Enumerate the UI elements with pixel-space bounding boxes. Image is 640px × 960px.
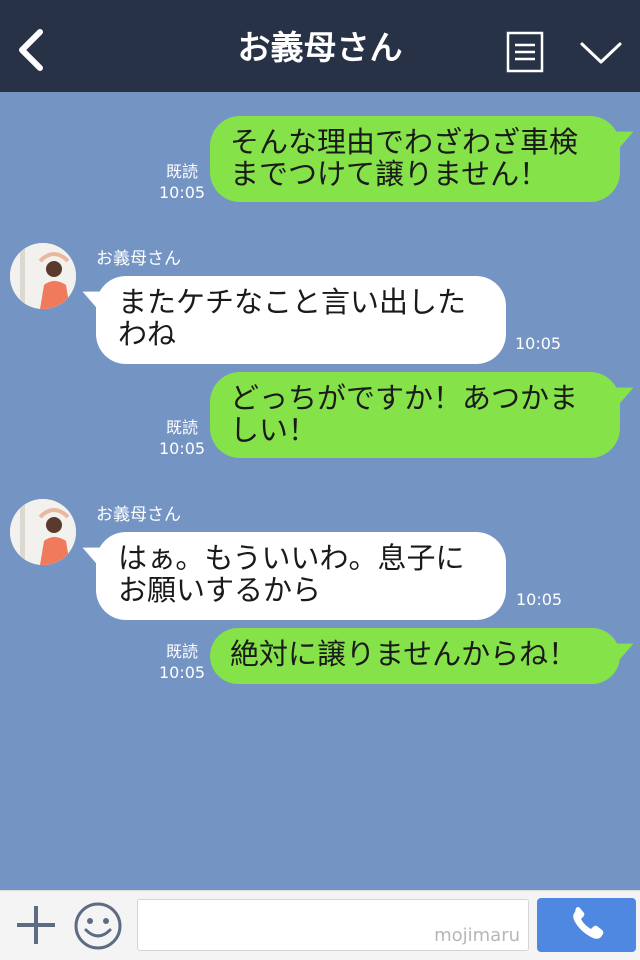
- message-time: 10:05: [158, 663, 206, 682]
- collapse-button[interactable]: [578, 36, 624, 70]
- sender-name: お義母さん: [96, 505, 181, 525]
- message-line: 絶対に譲りませんからね！: [230, 637, 578, 671]
- message-line: しい！: [230, 413, 318, 447]
- avatar[interactable]: [10, 499, 76, 565]
- message-line: わね: [118, 317, 177, 351]
- message-line: お願いするから: [118, 573, 322, 607]
- message-time: 10:05: [158, 439, 206, 458]
- read-status: 既読: [165, 418, 198, 437]
- message-input[interactable]: mojimaru: [137, 899, 529, 951]
- emoji-button[interactable]: [73, 901, 123, 951]
- chevron-down-icon: [580, 42, 622, 64]
- read-status: 既読: [165, 642, 198, 661]
- message-line: またケチなこと言い出した: [118, 285, 467, 319]
- outgoing-message-bubble[interactable]: どっちがですか！あつかま しい！: [210, 372, 620, 458]
- emoji-icon: [74, 902, 122, 950]
- phone-icon: [573, 907, 604, 939]
- incoming-message-bubble[interactable]: またケチなこと言い出した わね: [96, 276, 506, 364]
- add-button[interactable]: [14, 903, 58, 947]
- sender-name: お義母さん: [96, 249, 181, 269]
- menu-icon: [506, 31, 544, 73]
- chat-title: お義母さん: [237, 28, 403, 67]
- incoming-message-bubble[interactable]: はぁ。もういいわ。息子に お願いするから: [96, 532, 506, 620]
- avatar[interactable]: [10, 243, 76, 309]
- message-time: 10:05: [515, 334, 562, 353]
- chat-area[interactable]: 既読 10:05 そんな理由でわざわざ車検 までつけて譲りません！ お義母さん …: [0, 92, 640, 890]
- input-bar: mojimaru: [0, 890, 640, 960]
- outgoing-message-bubble[interactable]: そんな理由でわざわざ車検 までつけて譲りません！: [210, 116, 620, 202]
- avatar-photo-icon: [10, 243, 76, 309]
- chat-header: お義母さん: [0, 0, 640, 92]
- read-status: 既読: [165, 162, 198, 181]
- message-time: 10:05: [158, 183, 206, 202]
- message-meta: 既読 10:05: [156, 417, 208, 459]
- message-line: どっちがですか！あつかま: [230, 381, 579, 415]
- watermark-text: mojimaru: [434, 925, 520, 946]
- message-line: はぁ。もういいわ。息子に: [118, 541, 465, 575]
- avatar-photo-icon: [10, 499, 76, 565]
- message-line: までつけて譲りません！: [230, 157, 549, 191]
- message-meta: 既読 10:05: [156, 641, 208, 683]
- message-line: そんな理由でわざわざ車検: [230, 125, 579, 159]
- call-button[interactable]: [537, 898, 636, 952]
- message-meta: 既読 10:05: [156, 161, 208, 203]
- plus-icon: [17, 906, 55, 944]
- outgoing-message-bubble[interactable]: 絶対に譲りませんからね！: [210, 628, 620, 684]
- message-time: 10:05: [516, 590, 563, 609]
- menu-button[interactable]: [506, 31, 544, 73]
